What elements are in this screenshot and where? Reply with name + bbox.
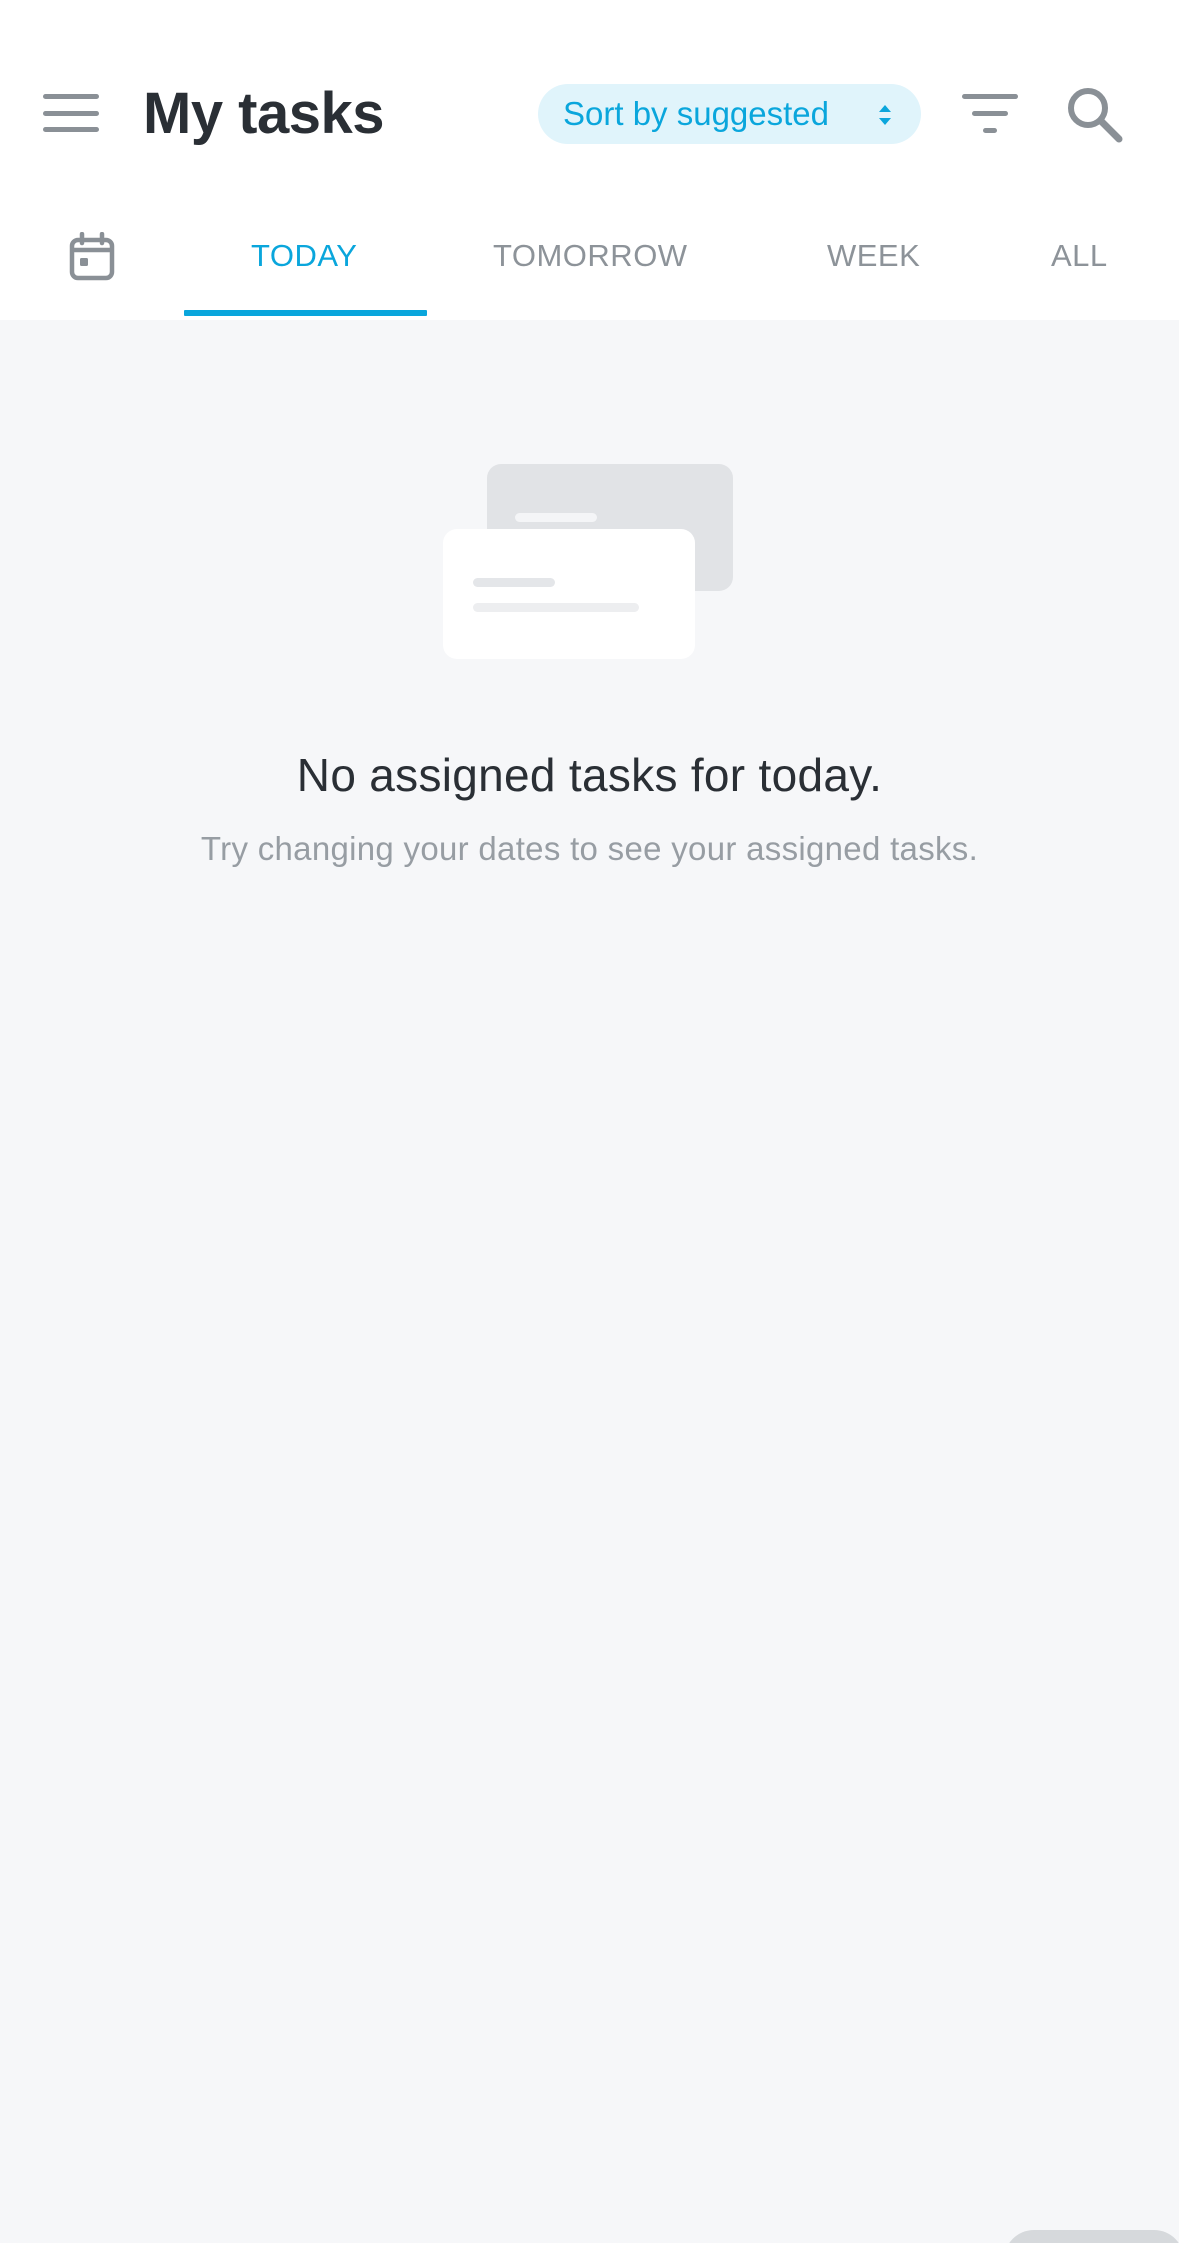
date-tabs: TODAY TOMORROW WEEK ALL [0, 216, 1179, 320]
app-header: My tasks Sort by suggested TODAY TOMORRO… [0, 0, 1179, 320]
menu-icon [43, 94, 99, 99]
menu-button[interactable] [40, 90, 102, 136]
my-tasks-screen: My tasks Sort by suggested TODAY TOMORRO… [0, 0, 1179, 2243]
tab-week[interactable]: WEEK [827, 238, 920, 274]
search-icon[interactable] [1064, 84, 1124, 144]
menu-icon-bar [43, 110, 99, 116]
menu-icon-bar [43, 127, 99, 132]
active-tab-indicator [184, 310, 427, 316]
empty-state-title: No assigned tasks for today. [296, 749, 883, 801]
sort-dropdown-button[interactable]: Sort by suggested [538, 84, 921, 144]
tab-tomorrow[interactable]: TOMORROW [493, 238, 688, 274]
filter-icon[interactable] [960, 92, 1020, 136]
floating-action-button[interactable] [1004, 2230, 1179, 2243]
sort-label: Sort by suggested [563, 95, 829, 132]
page-title: My tasks [143, 81, 385, 146]
tab-today[interactable]: TODAY [251, 238, 357, 274]
tab-all[interactable]: ALL [1051, 238, 1108, 274]
calendar-icon[interactable] [68, 232, 116, 282]
empty-state-subtitle: Try changing your dates to see your assi… [200, 830, 979, 867]
sort-arrows-icon [879, 105, 891, 125]
empty-tasks-illustration [443, 464, 733, 659]
